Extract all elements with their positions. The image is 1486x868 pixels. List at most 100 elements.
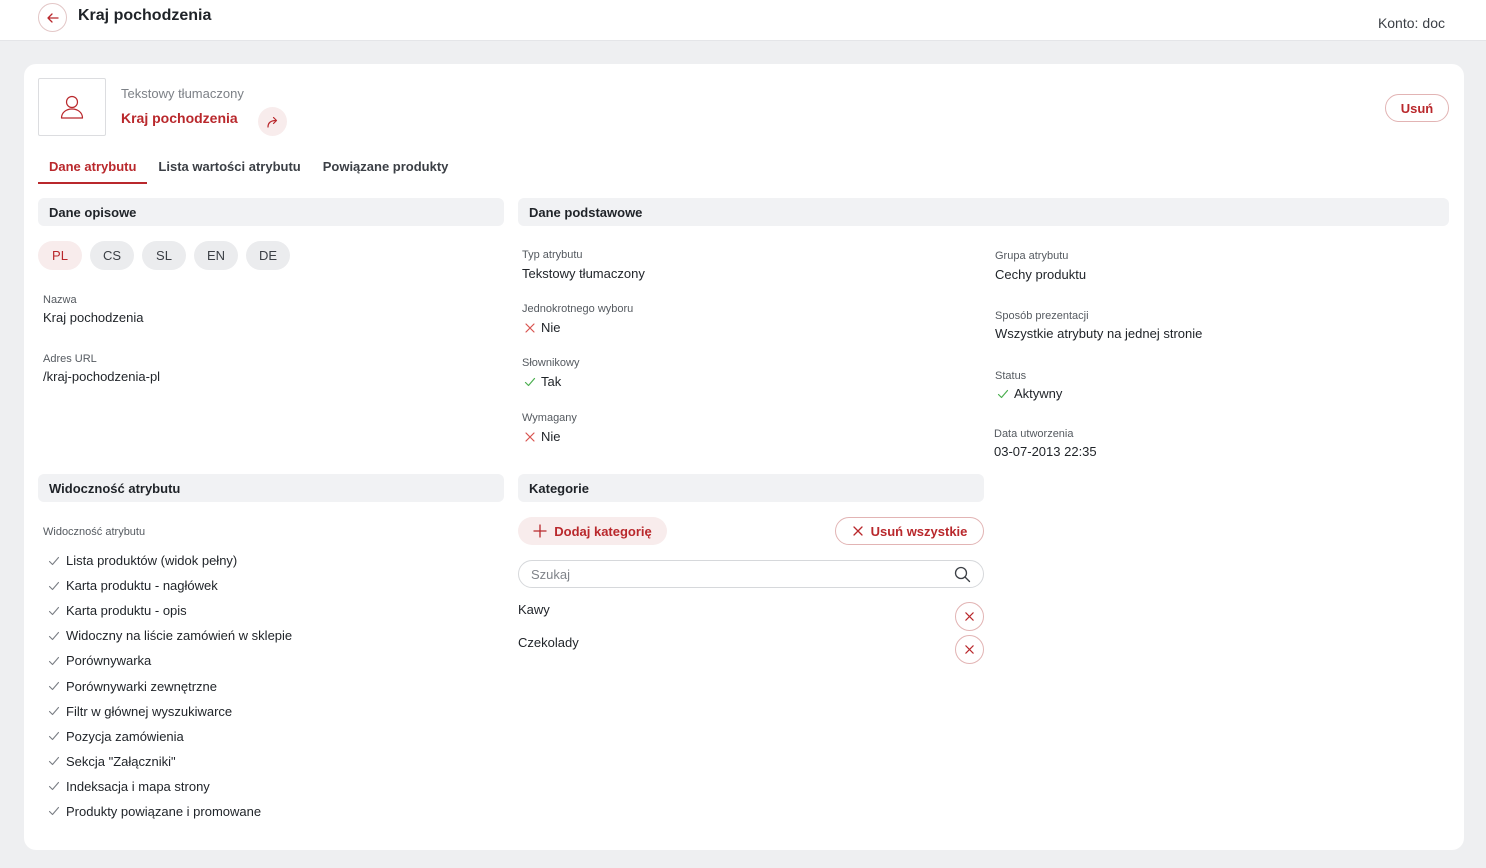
remove-all-label: Usuń wszystkie — [870, 523, 968, 539]
category-name: Czekolady — [518, 635, 579, 650]
single-choice-label: Jednokrotnego wyboru — [522, 303, 634, 315]
group-value: Cechy produktu — [995, 267, 1087, 282]
dictionary-value: Tak — [524, 374, 561, 389]
check-icon — [48, 732, 60, 741]
user-icon — [60, 95, 84, 119]
cross-icon — [525, 431, 535, 442]
section-basic: Dane podstawowe — [518, 198, 1449, 226]
attribute-card: Tekstowy tłumaczony Kraj pochodzenia Usu… — [24, 64, 1464, 850]
visibility-item-label: Produkty powiązane i promowane — [66, 803, 262, 819]
presentation-label: Sposób prezentacji — [995, 310, 1089, 322]
visibility-item-label: Widoczny na liście zamówień w sklepie — [66, 628, 293, 644]
lang-pill-de[interactable]: DE — [246, 241, 290, 270]
tabs: Dane atrybutu Lista wartości atrybutu Po… — [38, 152, 459, 184]
category-search — [518, 560, 984, 588]
attribute-thumbnail — [38, 78, 106, 136]
visibility-item-label: Indeksacja i mapa strony — [66, 778, 210, 794]
url-value: /kraj-pochodzenia-pl — [43, 369, 161, 384]
check-icon — [48, 757, 60, 766]
list-item: Lista produktów (widok pełny) — [48, 548, 292, 573]
attribute-name: Kraj pochodzenia — [121, 110, 238, 126]
attribute-type-caption: Tekstowy tłumaczony — [121, 86, 244, 101]
account-value[interactable]: doc — [1422, 15, 1445, 31]
account-info: Konto: doc — [1378, 15, 1445, 31]
back-button[interactable] — [38, 3, 67, 32]
presentation-value: Wszystkie atrybuty na jednej stronie — [995, 326, 1203, 341]
category-search-input[interactable] — [531, 566, 954, 582]
check-icon — [48, 681, 60, 691]
name-label: Nazwa — [43, 294, 77, 306]
list-item: Widoczny na liście zamówień w sklepie — [48, 623, 292, 648]
check-icon — [48, 782, 60, 791]
search-icon[interactable] — [954, 566, 971, 583]
check-icon — [48, 656, 60, 665]
type-value: Tekstowy tłumaczony — [522, 266, 645, 281]
status-text: Aktywny — [1014, 386, 1063, 401]
arrow-left-icon — [46, 12, 59, 23]
lang-pill-pl[interactable]: PL — [38, 241, 82, 270]
top-bar: Kraj pochodzenia Konto: doc — [0, 0, 1486, 41]
plus-icon — [533, 524, 547, 538]
name-value: Kraj pochodzenia — [43, 310, 144, 325]
lang-pill-en[interactable]: EN — [194, 241, 238, 270]
list-item: Sekcja "Załączniki" — [48, 749, 292, 774]
share-arrow-icon — [266, 116, 277, 128]
visibility-list: Lista produktów (widok pełny) Karta prod… — [48, 548, 292, 824]
required-label: Wymagany — [522, 412, 577, 424]
share-button[interactable] — [258, 107, 287, 136]
list-item: Produkty powiązane i promowane — [48, 799, 292, 824]
cross-icon — [525, 322, 535, 333]
required-text: Nie — [541, 429, 561, 444]
section-descriptive: Dane opisowe — [38, 198, 504, 226]
visibility-item-label: Karta produktu - nagłówek — [66, 578, 218, 594]
tab-attribute-data[interactable]: Dane atrybutu — [38, 152, 148, 184]
single-choice-value: Nie — [524, 320, 561, 335]
check-icon — [48, 606, 60, 615]
visibility-item-label: Filtr w głównej wyszukiwarce — [66, 703, 233, 719]
close-icon — [852, 526, 863, 536]
add-category-label: Dodaj kategorię — [554, 523, 652, 539]
remove-all-categories-button[interactable]: Usuń wszystkie — [835, 517, 984, 545]
list-item: Karta produktu - opis — [48, 598, 292, 623]
url-label: Adres URL — [43, 353, 97, 365]
section-visibility: Widoczność atrybutu — [38, 474, 504, 502]
visibility-item-label: Pozycja zamówienia — [66, 728, 184, 744]
created-value: 03-07-2013 22:35 — [994, 444, 1097, 459]
group-label: Grupa atrybutu — [995, 250, 1069, 262]
status-value: Aktywny — [997, 386, 1062, 401]
close-icon — [965, 612, 974, 621]
lang-pill-sl[interactable]: SL — [142, 241, 186, 270]
remove-category-button[interactable] — [955, 602, 984, 631]
page-title: Kraj pochodzenia — [78, 7, 212, 24]
check-icon — [48, 707, 60, 716]
lang-pill-cs[interactable]: CS — [90, 241, 134, 270]
list-item: Porównywarka — [48, 648, 292, 673]
language-selector: PL CS SL EN DE — [38, 241, 290, 270]
remove-category-button[interactable] — [955, 635, 984, 664]
check-icon — [48, 631, 60, 640]
tab-related-products[interactable]: Powiązane produkty — [312, 152, 460, 184]
list-item: Karta produktu - nagłówek — [48, 573, 292, 598]
category-name: Kawy — [518, 602, 550, 617]
created-label: Data utworzenia — [994, 428, 1074, 440]
check-icon — [48, 556, 60, 565]
check-icon — [524, 377, 536, 386]
dictionary-label: Słownikowy — [522, 357, 580, 369]
tab-attribute-values[interactable]: Lista wartości atrybutu — [147, 152, 311, 184]
add-category-button[interactable]: Dodaj kategorię — [518, 517, 667, 545]
account-label: Konto: — [1377, 15, 1419, 31]
visibility-item-label: Lista produktów (widok pełny) — [66, 553, 238, 569]
close-icon — [965, 645, 974, 654]
type-label: Typ atrybutu — [522, 249, 583, 261]
list-item: Pozycja zamówienia — [48, 724, 292, 749]
single-choice-text: Nie — [541, 320, 561, 335]
status-label: Status — [995, 370, 1027, 382]
list-item: Indeksacja i mapa strony — [48, 774, 292, 799]
list-item: Porównywarki zewnętrzne — [48, 673, 292, 698]
visibility-item-label: Karta produktu - opis — [66, 603, 187, 619]
section-categories: Kategorie — [518, 474, 984, 502]
visibility-item-label: Sekcja "Załączniki" — [66, 753, 176, 769]
visibility-item-label: Porównywarka — [66, 653, 152, 669]
list-item: Filtr w głównej wyszukiwarce — [48, 699, 292, 724]
delete-button[interactable]: Usuń — [1385, 94, 1449, 122]
